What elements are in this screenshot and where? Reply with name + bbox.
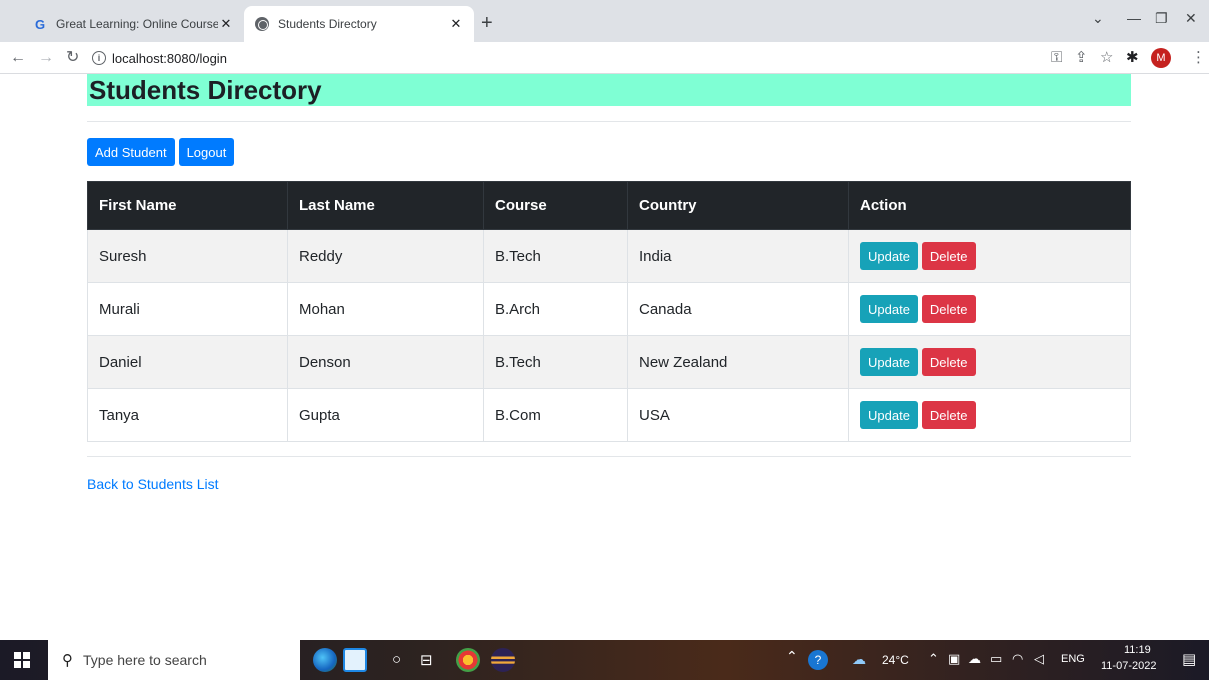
key-icon[interactable]: ⚿ — [1051, 49, 1062, 67]
eclipse-ide-icon[interactable] — [491, 648, 515, 672]
weather-temperature[interactable]: 24°C — [882, 653, 909, 667]
header-country: Country — [627, 181, 849, 230]
info-icon[interactable]: i — [92, 51, 106, 65]
cell-first-name: Tanya — [87, 388, 288, 442]
profile-avatar[interactable]: M — [1151, 48, 1171, 68]
clock-time[interactable]: 11:19 — [1124, 644, 1151, 656]
header-first-name: First Name — [87, 181, 288, 230]
menu-dots-icon[interactable]: ⋮ — [1191, 49, 1206, 67]
cloud-weather-icon[interactable]: ☁ — [852, 651, 866, 668]
extensions-puzzle-icon[interactable]: ✱ — [1126, 49, 1139, 67]
cell-action: Update Delete — [848, 335, 1131, 389]
cell-course: B.Tech — [483, 335, 628, 389]
divider — [87, 456, 1131, 457]
delete-button[interactable]: Delete — [921, 348, 976, 376]
bookmark-star-icon[interactable]: ☆ — [1100, 49, 1113, 67]
address-bar: ← → ↻ i localhost:8080/login ⚿ ⇪ ☆ ✱ ⋮ — [0, 42, 1209, 74]
clock-date[interactable]: 11-07-2022 — [1101, 660, 1156, 672]
delete-button[interactable]: Delete — [921, 242, 976, 270]
close-window-icon[interactable]: ✕ — [1185, 10, 1197, 27]
close-tab-icon[interactable]: ✕ — [448, 16, 464, 32]
cell-last-name: Reddy — [287, 229, 484, 283]
cortana-circle-icon[interactable]: ○ — [392, 651, 401, 668]
browser-tabstrip: G Great Learning: Online Courses, F ✕ St… — [0, 0, 1209, 42]
language-indicator[interactable]: ENG — [1061, 653, 1085, 665]
chrome-icon[interactable] — [456, 648, 480, 672]
cell-last-name: Gupta — [287, 388, 484, 442]
logout-button[interactable]: Logout — [178, 138, 235, 166]
notifications-icon[interactable]: ▤ — [1182, 650, 1196, 668]
search-placeholder: Type here to search — [83, 652, 207, 668]
cell-country: USA — [627, 388, 849, 442]
action-buttons: Add Student Logout — [87, 138, 235, 166]
header-course: Course — [483, 181, 628, 230]
divider — [87, 121, 1131, 122]
table-row: Suresh Reddy B.Tech India Update Delete — [87, 229, 1131, 283]
cell-course: B.Com — [483, 388, 628, 442]
back-arrow-icon[interactable]: ← — [10, 48, 26, 68]
battery-icon[interactable]: ▭ — [990, 651, 1002, 667]
task-view-icon[interactable]: ⊟ — [420, 651, 433, 669]
cell-first-name: Suresh — [87, 229, 288, 283]
students-table: First Name Last Name Course Country Acti… — [87, 181, 1131, 442]
cell-first-name: Murali — [87, 282, 288, 336]
cell-last-name: Denson — [287, 335, 484, 389]
tab-students-directory[interactable]: Students Directory ✕ — [244, 6, 474, 42]
cell-action: Update Delete — [848, 229, 1131, 283]
cell-country: India — [627, 229, 849, 283]
weather-globe-icon[interactable] — [313, 648, 337, 672]
back-to-students-list-link[interactable]: Back to Students List — [87, 476, 219, 492]
volume-icon[interactable]: ◁ — [1034, 651, 1044, 667]
page-title: Students Directory — [89, 75, 322, 105]
update-button[interactable]: Update — [860, 348, 918, 376]
tray-expand-icon[interactable]: ⌃ — [786, 648, 798, 665]
wifi-icon[interactable]: ◠ — [1012, 651, 1023, 667]
tab-great-learning[interactable]: G Great Learning: Online Courses, F ✕ — [22, 6, 244, 42]
taskbar: ⚲ Type here to search ○ ⊟ ⌃ ? ☁ 24°C ⌃ ▣… — [0, 640, 1209, 680]
cell-country: Canada — [627, 282, 849, 336]
new-tab-icon[interactable]: + — [481, 13, 493, 33]
tab-title: Great Learning: Online Courses, F — [56, 17, 218, 31]
add-student-button[interactable]: Add Student — [87, 138, 175, 166]
globe-favicon-icon — [254, 16, 270, 32]
cell-country: New Zealand — [627, 335, 849, 389]
table-header-row: First Name Last Name Course Country Acti… — [87, 181, 1131, 230]
update-button[interactable]: Update — [860, 295, 918, 323]
windows-start-icon[interactable] — [14, 652, 30, 668]
cell-course: B.Arch — [483, 282, 628, 336]
onedrive-cloud-icon[interactable]: ☁ — [968, 651, 981, 667]
reload-icon[interactable]: ↻ — [66, 48, 79, 68]
page-header: Students Directory — [87, 74, 1131, 106]
url-text: localhost:8080/login — [112, 50, 227, 66]
restore-icon[interactable]: ❐ — [1155, 10, 1168, 27]
forward-arrow-icon[interactable]: → — [38, 48, 54, 68]
update-button[interactable]: Update — [860, 401, 918, 429]
cell-action: Update Delete — [848, 282, 1131, 336]
tab-search-chevron-icon[interactable]: ⌄ — [1092, 10, 1104, 27]
minimize-icon[interactable]: — — [1127, 10, 1141, 26]
taskbar-search-input[interactable]: ⚲ Type here to search — [48, 640, 300, 680]
cell-course: B.Tech — [483, 229, 628, 283]
cell-last-name: Mohan — [287, 282, 484, 336]
delete-button[interactable]: Delete — [921, 295, 976, 323]
update-button[interactable]: Update — [860, 242, 918, 270]
meet-now-icon[interactable]: ▣ — [948, 651, 960, 667]
cell-action: Update Delete — [848, 388, 1131, 442]
header-last-name: Last Name — [287, 181, 484, 230]
header-action: Action — [848, 181, 1131, 230]
delete-button[interactable]: Delete — [921, 401, 976, 429]
cell-first-name: Daniel — [87, 335, 288, 389]
tab-title: Students Directory — [278, 17, 377, 31]
table-row: Tanya Gupta B.Com USA Update Delete — [87, 388, 1131, 442]
share-icon[interactable]: ⇪ — [1075, 49, 1088, 67]
search-icon: ⚲ — [62, 652, 73, 669]
table-row: Daniel Denson B.Tech New Zealand Update … — [87, 335, 1131, 389]
chart-widget-icon[interactable] — [343, 648, 367, 672]
help-icon[interactable]: ? — [808, 650, 828, 670]
google-favicon-icon: G — [34, 16, 46, 32]
close-tab-icon[interactable]: ✕ — [218, 16, 234, 32]
show-hidden-icons-icon[interactable]: ⌃ — [928, 651, 939, 667]
url-field[interactable]: i localhost:8080/login — [92, 46, 992, 70]
table-row: Murali Mohan B.Arch Canada Update Delete — [87, 282, 1131, 336]
